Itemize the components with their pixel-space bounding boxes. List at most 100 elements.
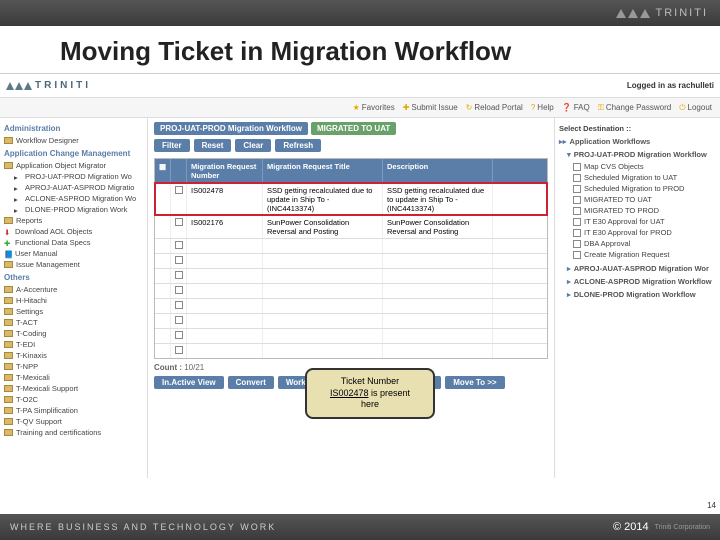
grid-icon: ▦ (159, 162, 166, 171)
nav-item[interactable]: A-Accenture (4, 284, 143, 295)
nav-item[interactable]: T-O2C (4, 394, 143, 405)
nav-item[interactable]: ▸DLONE-PROD Migration Work (4, 204, 143, 215)
checkbox-icon[interactable] (573, 229, 581, 237)
requests-table: ▦ Migration Request Number Migration Req… (154, 158, 548, 359)
destination-panel: Select Destination :: ▸▸Application Work… (554, 118, 720, 478)
nav-item[interactable]: T-EDI (4, 339, 143, 350)
dest-header: Select Destination :: (559, 124, 716, 133)
table-row[interactable] (155, 298, 547, 313)
nav-item[interactable]: Workflow Designer (4, 135, 143, 146)
clear-button[interactable]: Clear (235, 139, 271, 152)
nav-item[interactable]: H-Hitachi (4, 295, 143, 306)
nav-item[interactable]: T-Mexicali (4, 372, 143, 383)
dest-option[interactable]: IT E30 Approval for UAT (559, 216, 716, 227)
row-checkbox[interactable] (175, 316, 183, 324)
nav-item[interactable]: T-QV Support (4, 416, 143, 427)
col-title[interactable]: Migration Request Title (263, 159, 383, 183)
workflow-group[interactable]: ▸DLONE-PROD Migration Workflow (559, 290, 716, 299)
checkbox-icon[interactable] (573, 207, 581, 215)
dest-option[interactable]: MIGRATED TO PROD (559, 205, 716, 216)
row-checkbox[interactable] (175, 271, 183, 279)
checkbox-icon[interactable] (573, 185, 581, 193)
dest-option[interactable]: MIGRATED TO UAT (559, 194, 716, 205)
move-to-button[interactable]: Move To >> (445, 376, 504, 389)
nav-item[interactable]: ▸PROJ-UAT-PROD Migration Wo (4, 171, 143, 182)
col-desc[interactable]: Description (383, 159, 493, 183)
convert-button[interactable]: Convert (228, 376, 274, 389)
crumb-state[interactable]: MIGRATED TO UAT (311, 122, 396, 135)
table-row[interactable] (155, 328, 547, 343)
nav-item[interactable]: T-ACT (4, 317, 143, 328)
nav-item[interactable]: T-PA Simplification (4, 405, 143, 416)
table-row[interactable]: IS002176SunPower Consolidation Reversal … (155, 215, 547, 238)
table-row[interactable] (155, 343, 547, 358)
nav-item[interactable]: 📘User Manual (4, 248, 143, 259)
workflow-group[interactable]: ▸ACLONE-ASPROD Migration Workflow (559, 277, 716, 286)
nav-item[interactable]: ✚Functional Data Specs (4, 237, 143, 248)
dest-option[interactable]: Map CVS Objects (559, 161, 716, 172)
faq-link[interactable]: ❓FAQ (562, 103, 590, 112)
table-row[interactable] (155, 238, 547, 253)
row-checkbox[interactable] (175, 218, 183, 226)
nav-item[interactable]: Training and certifications (4, 427, 143, 438)
table-row[interactable] (155, 283, 547, 298)
nav-item[interactable]: T-Coding (4, 328, 143, 339)
nav-item[interactable]: T-NPP (4, 361, 143, 372)
table-row[interactable] (155, 268, 547, 283)
reload-portal-link[interactable]: ↻Reload Portal (466, 103, 523, 112)
checkbox-icon[interactable] (573, 240, 581, 248)
expand-icon: ▸▸ (559, 137, 567, 146)
inactive-view-button[interactable]: In.Active View (154, 376, 224, 389)
row-checkbox[interactable] (175, 286, 183, 294)
dest-option[interactable]: DBA Approval (559, 238, 716, 249)
folder-icon (4, 385, 13, 392)
row-checkbox[interactable] (175, 256, 183, 264)
dest-option[interactable]: Scheduled Migration to PROD (559, 183, 716, 194)
expand-icon: ▸ (567, 277, 571, 286)
nav-item[interactable]: T-Mexicali Support (4, 383, 143, 394)
logout-link[interactable]: ⏻Logout (679, 103, 712, 113)
plus-icon: ✚ (403, 103, 410, 112)
nav-item[interactable]: Issue Management (4, 259, 143, 270)
col-number[interactable]: Migration Request Number (187, 159, 263, 183)
col-select[interactable]: ▦ (155, 159, 171, 183)
nav-item[interactable]: ▸ACLONE-ASPROD Migration Wo (4, 193, 143, 204)
table-row[interactable]: IS002478SSD getting recalculated due to … (155, 183, 547, 215)
nav-item[interactable]: Reports (4, 215, 143, 226)
favorites-link[interactable]: ★Favorites (353, 103, 395, 112)
nav-item[interactable]: Application Object Migrator (4, 160, 143, 171)
change-password-link[interactable]: ⚿Change Password (598, 103, 671, 113)
checkbox-icon[interactable] (573, 251, 581, 259)
nav-item[interactable]: ⬇Download AOL Objects (4, 226, 143, 237)
dest-option[interactable]: IT E30 Approval for PROD (559, 227, 716, 238)
dest-option[interactable]: Create Migration Request (559, 249, 716, 260)
workflow-group[interactable]: ▸APROJ-AUAT-ASPROD Migration Wor (559, 264, 716, 273)
crumb-workflow[interactable]: PROJ-UAT-PROD Migration Workflow (154, 122, 308, 135)
book-icon: 📘 (4, 250, 12, 258)
table-row[interactable] (155, 313, 547, 328)
filter-button[interactable]: Filter (154, 139, 190, 152)
nav-item[interactable]: ▸APROJ-AUAT-ASPROD Migratio (4, 182, 143, 193)
submit-issue-link[interactable]: ✚Submit Issue (403, 103, 458, 112)
refresh-button[interactable]: Refresh (275, 139, 321, 152)
checkbox-icon[interactable] (573, 163, 581, 171)
checkbox-icon[interactable] (573, 196, 581, 204)
checkbox-icon[interactable] (573, 218, 581, 226)
row-checkbox[interactable] (175, 186, 183, 194)
row-checkbox[interactable] (175, 331, 183, 339)
row-checkbox[interactable] (175, 346, 183, 354)
checkbox-icon[interactable] (573, 174, 581, 182)
dest-option[interactable]: Scheduled Migration to UAT (559, 172, 716, 183)
reset-button[interactable]: Reset (194, 139, 232, 152)
row-checkbox[interactable] (175, 301, 183, 309)
faq-icon: ❓ (562, 103, 572, 112)
nav-item[interactable]: Settings (4, 306, 143, 317)
table-row[interactable] (155, 253, 547, 268)
help-link[interactable]: ?Help (531, 103, 554, 112)
app-workflows-header[interactable]: ▸▸Application Workflows (559, 137, 716, 146)
doc-icon: ✚ (4, 239, 12, 247)
folder-icon (4, 297, 13, 304)
workflow-group[interactable]: ▾PROJ-UAT-PROD Migration Workflow (559, 150, 716, 159)
row-checkbox[interactable] (175, 241, 183, 249)
nav-item[interactable]: T-Kinaxis (4, 350, 143, 361)
